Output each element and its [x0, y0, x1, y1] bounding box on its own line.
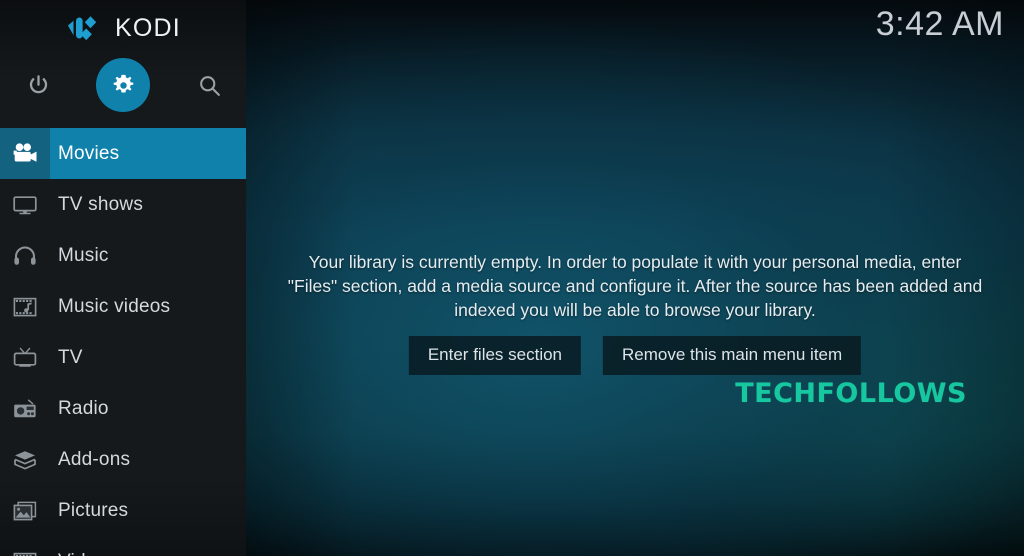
sidebar-item-tv-shows[interactable]: TV shows: [0, 179, 246, 230]
search-icon: [197, 73, 222, 98]
retro-tv-icon: [0, 332, 50, 383]
addon-box-icon: [0, 434, 50, 485]
clock: 3:42 AM: [875, 5, 1004, 43]
enter-files-section-button[interactable]: Enter files section: [408, 336, 582, 375]
radio-icon: [0, 383, 50, 434]
music-video-icon: [0, 281, 50, 332]
kodi-logo-icon: [65, 12, 103, 44]
sidebar-item-label: Radio: [58, 397, 109, 419]
sidebar-item-videos[interactable]: Videos: [0, 536, 246, 556]
search-button[interactable]: [182, 58, 236, 112]
sidebar-item-pictures[interactable]: Pictures: [0, 485, 246, 536]
sidebar-item-label: Music: [58, 244, 109, 266]
watermark: TECHFOLLOWS: [735, 378, 967, 409]
sidebar-item-music-videos[interactable]: Music videos: [0, 281, 246, 332]
sidebar-item-label: TV: [58, 346, 83, 368]
sidebar-item-label: Movies: [58, 142, 120, 164]
movie-camera-icon: [0, 128, 50, 179]
kodi-app-window: KODI Movies TV shows Music Music videos …: [0, 0, 1024, 556]
television-icon: [0, 179, 50, 230]
pictures-icon: [0, 485, 50, 536]
empty-library-message: Your library is currently empty. In orde…: [287, 252, 983, 320]
sidebar-item-tv[interactable]: TV: [0, 332, 246, 383]
sidebar: KODI Movies TV shows Music Music videos …: [0, 0, 246, 556]
sidebar-item-radio[interactable]: Radio: [0, 383, 246, 434]
video-film-icon: [0, 536, 50, 556]
action-button-row: Enter files section Remove this main men…: [408, 336, 862, 375]
sidebar-item-label: Music videos: [58, 295, 171, 317]
app-logo-text: KODI: [115, 13, 181, 42]
top-icon-bar: [0, 58, 246, 116]
sidebar-item-label: Add-ons: [58, 448, 131, 470]
gear-icon: [111, 73, 136, 98]
power-icon: [26, 73, 51, 98]
sidebar-item-add-ons[interactable]: Add-ons: [0, 434, 246, 485]
main-menu: Movies TV shows Music Music videos TV Ra…: [0, 128, 246, 556]
sidebar-item-label: Videos: [50, 551, 117, 556]
headphones-icon: [0, 230, 50, 281]
power-button[interactable]: [11, 58, 65, 112]
remove-main-menu-item-button[interactable]: Remove this main menu item: [603, 336, 862, 375]
app-logo: KODI: [0, 0, 246, 56]
sidebar-item-label: TV shows: [58, 193, 144, 215]
settings-button[interactable]: [96, 58, 150, 112]
sidebar-item-label: Pictures: [58, 499, 129, 521]
sidebar-item-movies[interactable]: Movies: [0, 128, 246, 179]
sidebar-item-music[interactable]: Music: [0, 230, 246, 281]
main-content: Your library is currently empty. In orde…: [246, 0, 1024, 556]
